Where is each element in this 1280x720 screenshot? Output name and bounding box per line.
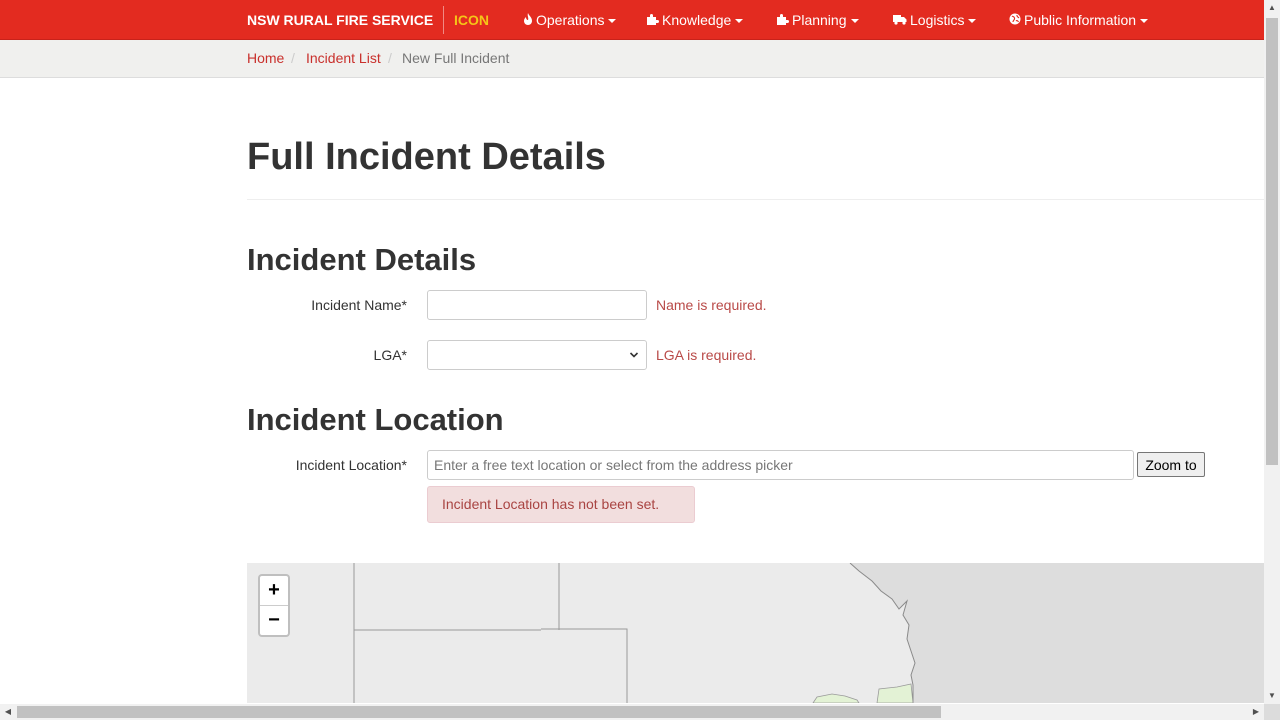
nav-planning[interactable]: Planning xyxy=(776,0,859,40)
page-title: Full Incident Details xyxy=(247,136,606,178)
scroll-up-icon[interactable]: ▲ xyxy=(1264,0,1280,16)
zoom-out-button[interactable]: − xyxy=(260,606,288,635)
incident-name-error: Name is required. xyxy=(656,297,767,313)
incident-map[interactable] xyxy=(247,563,1264,703)
chevron-down-icon xyxy=(628,347,640,363)
scrollbar-corner xyxy=(1264,704,1280,720)
nav-knowledge-label: Knowledge xyxy=(662,12,732,28)
scroll-left-icon[interactable]: ◀ xyxy=(0,704,16,720)
vertical-scrollbar[interactable]: ▲ ▼ xyxy=(1264,0,1280,704)
horizontal-scroll-thumb[interactable] xyxy=(17,706,941,718)
breadcrumb-current: New Full Incident xyxy=(402,50,510,66)
vertical-scroll-thumb[interactable] xyxy=(1266,18,1278,465)
nav-logistics[interactable]: Logistics xyxy=(893,0,977,41)
breadcrumb-incident-list[interactable]: Incident List xyxy=(306,40,381,77)
map-zoom-control: + − xyxy=(258,574,290,637)
lga-label: LGA* xyxy=(373,347,407,363)
fire-icon xyxy=(523,1,533,41)
chevron-down-icon xyxy=(1140,19,1149,24)
incident-name-input[interactable] xyxy=(427,290,647,320)
nav-planning-label: Planning xyxy=(792,12,847,28)
nav-operations-label: Operations xyxy=(536,12,605,28)
puzzle-icon xyxy=(646,1,659,41)
brand-name[interactable]: NSW RURAL FIRE SERVICE xyxy=(247,0,433,40)
brand-divider xyxy=(443,6,444,34)
map-tiles xyxy=(247,563,1264,703)
incident-location-heading: Incident Location xyxy=(247,402,504,437)
horizontal-scrollbar[interactable]: ◀ ▶ xyxy=(0,704,1264,720)
incident-name-label: Incident Name* xyxy=(311,297,407,313)
zoom-to-button[interactable]: Zoom to xyxy=(1137,452,1205,477)
nav-public-information[interactable]: Public Information xyxy=(1009,0,1149,41)
top-navbar: NSW RURAL FIRE SERVICE ICON Operations K… xyxy=(0,0,1264,40)
chevron-down-icon xyxy=(850,19,859,24)
incident-location-input[interactable] xyxy=(427,450,1134,480)
location-alert: Incident Location has not been set. xyxy=(427,486,695,523)
truck-icon xyxy=(893,1,907,41)
breadcrumb-separator: / xyxy=(388,50,392,66)
zoom-in-button[interactable]: + xyxy=(260,576,288,606)
nav-operations[interactable]: Operations xyxy=(523,0,617,41)
scroll-down-icon[interactable]: ▼ xyxy=(1264,688,1280,704)
scroll-right-icon[interactable]: ▶ xyxy=(1248,704,1264,720)
puzzle-icon xyxy=(776,1,789,41)
nav-knowledge[interactable]: Knowledge xyxy=(646,0,744,41)
chevron-down-icon xyxy=(968,19,977,24)
chevron-down-icon xyxy=(735,19,744,24)
breadcrumb-separator: / xyxy=(291,50,295,66)
incident-location-label: Incident Location* xyxy=(295,457,407,473)
globe-icon xyxy=(1009,1,1021,41)
lga-error: LGA is required. xyxy=(656,347,757,363)
incident-details-heading: Incident Details xyxy=(247,242,477,277)
title-divider xyxy=(247,199,1264,200)
chevron-down-icon xyxy=(608,19,617,24)
nav-public-information-label: Public Information xyxy=(1024,12,1137,28)
breadcrumb: Home / Incident List / New Full Incident xyxy=(0,40,1264,78)
breadcrumb-home[interactable]: Home xyxy=(247,40,284,77)
nav-logistics-label: Logistics xyxy=(910,12,965,28)
brand-sub-name[interactable]: ICON xyxy=(454,0,489,40)
lga-select[interactable] xyxy=(427,340,647,370)
